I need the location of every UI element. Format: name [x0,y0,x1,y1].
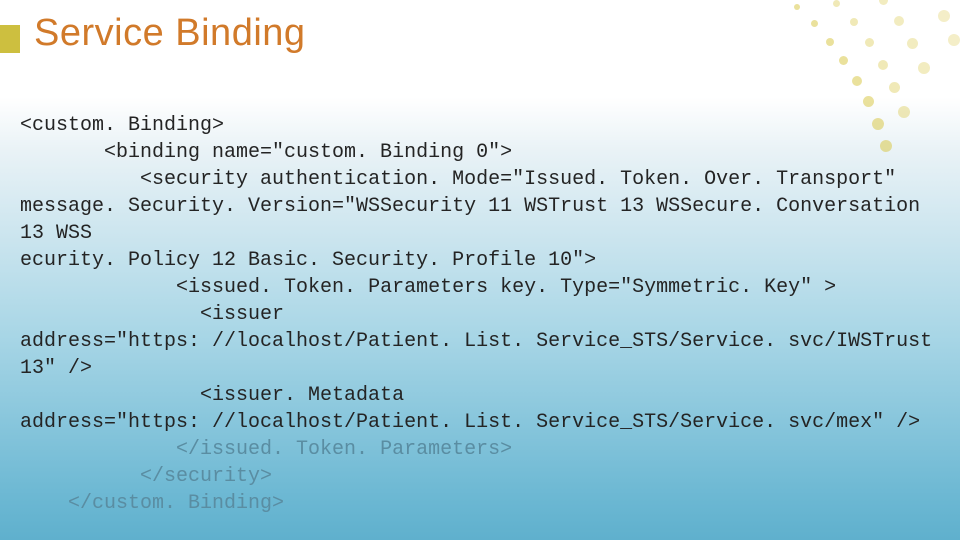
code-line: <binding name="custom. Binding 0"> [20,141,512,164]
code-line: ecurity. Policy 12 Basic. Security. Prof… [20,249,596,272]
code-line: <issued. Token. Parameters key. Type="Sy… [20,276,836,299]
code-line: address="https: //localhost/Patient. Lis… [20,330,932,353]
title-accent-bar [0,25,20,53]
code-line: 13" /> [20,357,92,380]
code-line: <custom. Binding> [20,114,224,137]
code-line: </custom. Binding> [20,492,284,515]
code-line: <issuer. Metadata [20,384,404,407]
slide-title: Service Binding [34,12,306,55]
slide-title-wrap: Service Binding [34,12,306,55]
code-line: </security> [20,465,272,488]
code-block: <custom. Binding> <binding name="custom.… [20,112,944,517]
code-line: <issuer [20,303,284,326]
code-line: </issued. Token. Parameters> [20,438,512,461]
code-line: message. Security. Version="WSSecurity 1… [20,195,932,245]
code-line: address="https: //localhost/Patient. Lis… [20,411,920,434]
code-line: <security authentication. Mode="Issued. … [20,168,896,191]
